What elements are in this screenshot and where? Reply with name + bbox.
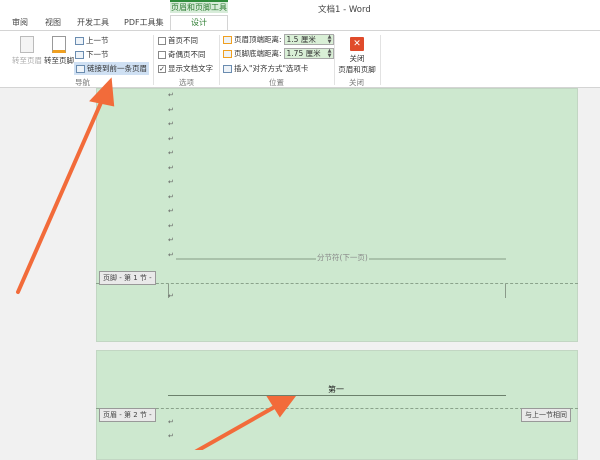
arrow-2-shaft: [194, 403, 280, 450]
arrow-1-shaft: [16, 96, 105, 294]
arrow-2-head: [266, 396, 296, 418]
annotation-arrows: [16, 77, 296, 450]
arrow-1-head: [89, 77, 115, 107]
